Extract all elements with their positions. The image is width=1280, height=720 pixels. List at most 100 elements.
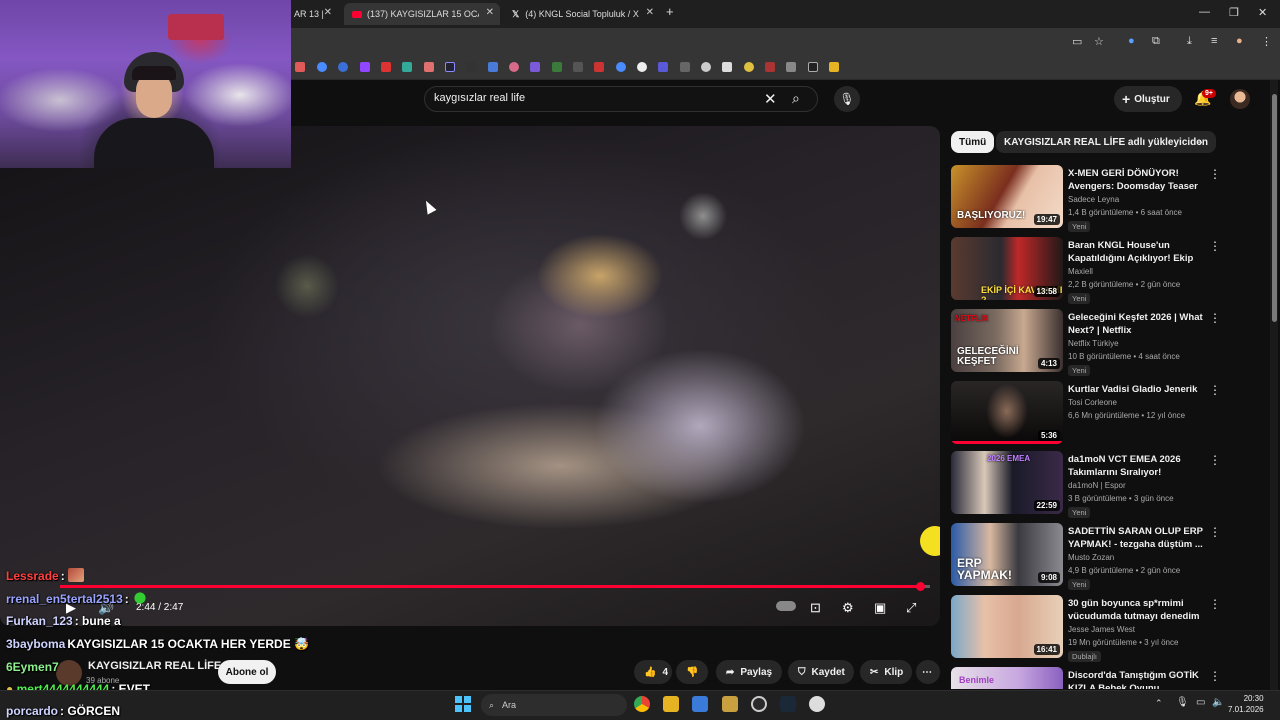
bookmark-icon[interactable] <box>594 62 604 72</box>
file-explorer-icon[interactable] <box>663 696 679 712</box>
bookmark-icon[interactable] <box>402 62 412 72</box>
extension-icon[interactable]: ● <box>1128 35 1135 47</box>
fullscreen-icon[interactable]: ⤢ <box>906 600 916 616</box>
video-title[interactable]: Discord'da Tanıştığım GOTİK KIZLA Bebek … <box>1068 669 1204 689</box>
video-title[interactable]: Kurtlar Vadisi Gladio Jenerik <box>1068 383 1204 396</box>
speaker-icon[interactable]: 🔈 <box>1212 697 1224 708</box>
bookmark-icon[interactable] <box>317 62 327 72</box>
video-thumbnail[interactable]: ERP YAPMAK! 9:08 <box>951 523 1063 586</box>
bookmark-icon[interactable] <box>488 62 498 72</box>
bookmark-icon[interactable] <box>573 62 583 72</box>
microphone-icon[interactable]: 🎙 <box>834 86 860 112</box>
more-options-icon[interactable]: ⋮ <box>1209 167 1221 181</box>
video-title[interactable]: SADETTİN SARAN OLUP ERP YAPMAK! - tezgah… <box>1068 525 1204 551</box>
bookmark-icon[interactable] <box>381 62 391 72</box>
bookmark-icon[interactable] <box>530 62 540 72</box>
bookmark-star-icon[interactable]: ☆ <box>1094 35 1104 48</box>
scrollbar-thumb[interactable] <box>1272 94 1277 322</box>
channel-name[interactable]: Maxiell <box>1068 267 1093 276</box>
more-options-icon[interactable]: ⋮ <box>1209 525 1221 539</box>
bookmark-icon[interactable] <box>765 62 775 72</box>
search-icon[interactable]: ⌕ <box>792 90 800 107</box>
video-thumbnail[interactable]: BAŞLIYORUZ! 19:47 <box>951 165 1063 228</box>
bookmark-icon[interactable] <box>701 62 711 72</box>
bookmark-icon[interactable] <box>658 62 668 72</box>
dislike-button[interactable]: 👎 <box>676 660 708 684</box>
search-input[interactable]: kaygısızlar real life <box>434 92 525 104</box>
more-options-icon[interactable]: ⋮ <box>1209 453 1221 467</box>
recommendation-item[interactable]: 16:41 30 gün boyunca sp*rmimi vücudumda … <box>951 595 1251 662</box>
restore-icon[interactable]: ❐ <box>1229 6 1239 19</box>
taskbar-search[interactable]: ⌕ Ara <box>481 694 627 716</box>
more-options-icon[interactable]: ⋮ <box>1209 669 1221 683</box>
bookmark-icon[interactable] <box>552 62 562 72</box>
chevron-up-icon[interactable]: ⌃ <box>1155 698 1163 709</box>
clip-button[interactable]: ✂ Klip <box>860 660 912 684</box>
more-options-icon[interactable]: ⋮ <box>1209 383 1221 397</box>
bookmark-icon[interactable] <box>338 62 348 72</box>
download-icon[interactable]: ⤓ <box>1187 35 1192 48</box>
chevron-right-icon[interactable]: › <box>1198 133 1203 149</box>
chip-from-uploader[interactable]: KAYGISIZLAR REAL LİFE adlı yükleyiciden <box>996 131 1216 153</box>
media-player-icon[interactable] <box>809 696 825 712</box>
puzzle-icon[interactable]: ⧉ <box>1152 35 1160 48</box>
network-icon[interactable]: ▭ <box>1196 697 1205 708</box>
avatar[interactable] <box>1230 89 1250 109</box>
clear-search-icon[interactable]: ✕ <box>764 90 777 108</box>
scrubber-handle[interactable] <box>915 582 925 591</box>
microphone-icon[interactable]: 🎙 <box>1176 697 1189 708</box>
bookmark-icon[interactable] <box>744 62 754 72</box>
bookmark-icon[interactable] <box>637 62 647 72</box>
menu-icon[interactable]: ⋮ <box>1261 35 1272 48</box>
video-thumbnail[interactable]: NETFLIX GELECEĞİNİ KEŞFET 4:13 <box>951 309 1063 372</box>
bookmark-icon[interactable] <box>722 62 732 72</box>
settings-gear-icon[interactable]: ⚙ <box>842 600 854 616</box>
create-button[interactable]: + Oluştur <box>1114 86 1182 112</box>
recommendation-item[interactable]: 2026 EMEA 22:59 da1moN VCT EMEA 2026 Tak… <box>951 451 1251 518</box>
system-clock[interactable]: 20:30 7.01.2026 <box>1228 693 1264 715</box>
subscribe-button[interactable]: Abone ol <box>218 660 276 684</box>
recommendation-item[interactable]: 5:36 Kurtlar Vadisi Gladio Jenerik Tosi … <box>951 381 1251 447</box>
more-options-icon[interactable]: ⋮ <box>1209 239 1221 253</box>
minimize-icon[interactable]: — <box>1199 6 1210 18</box>
video-player[interactable] <box>0 126 940 626</box>
bookmark-icon[interactable] <box>424 62 434 72</box>
more-options-icon[interactable]: ⋮ <box>1209 597 1221 611</box>
cast-icon[interactable]: ▭ <box>1072 35 1082 48</box>
bookmark-icon[interactable] <box>616 62 626 72</box>
bookmark-icon[interactable] <box>509 62 519 72</box>
close-icon[interactable]: ✕ <box>324 7 332 18</box>
recommendation-item[interactable]: EKİP İÇİ KAVGA MI ? 13:58 Baran KNGL Hou… <box>951 237 1251 304</box>
window-close-icon[interactable]: ✕ <box>1258 6 1267 19</box>
video-title[interactable]: Geleceğini Keşfet 2026 | What Next? | Ne… <box>1068 311 1204 337</box>
video-thumbnail[interactable]: 5:36 <box>951 381 1063 444</box>
video-thumbnail[interactable]: 16:41 <box>951 595 1063 658</box>
bookmark-icon[interactable] <box>295 62 305 72</box>
channel-name[interactable]: Tosi Corleone <box>1068 398 1117 407</box>
tab-youtube[interactable]: (137) KAYGISIZLAR 15 OCAKTA ✕ <box>344 3 500 25</box>
bookmark-icon[interactable] <box>680 62 690 72</box>
channel-name[interactable]: da1moN | Espor <box>1068 481 1126 490</box>
subtitles-icon[interactable]: ⊡ <box>810 600 821 616</box>
chip-all[interactable]: Tümü <box>951 131 995 153</box>
close-icon[interactable]: ✕ <box>646 7 654 18</box>
tab-1[interactable]: AR 13 | ✕ <box>286 3 338 25</box>
windows-start-icon[interactable] <box>455 696 471 712</box>
channel-name[interactable]: Sadece Leyna <box>1068 195 1119 204</box>
video-thumbnail[interactable]: Benimle <box>951 667 1063 689</box>
channel-name[interactable]: Netflix Türkiye <box>1068 339 1119 348</box>
new-tab-button[interactable]: + <box>666 4 674 19</box>
close-icon[interactable]: ✕ <box>486 7 494 18</box>
channel-name[interactable]: KAYGISIZLAR REAL LİFE <box>88 660 221 672</box>
tab-x[interactable]: 𝕏 (4) KNGL Social Topluluk / X ✕ <box>504 3 660 25</box>
bookmark-icon[interactable] <box>445 62 455 72</box>
share-button[interactable]: ➦ Paylaş <box>716 660 782 684</box>
video-title[interactable]: Baran KNGL House'un Kapatıldığını Açıklı… <box>1068 239 1204 265</box>
app-icon[interactable] <box>722 696 738 712</box>
video-thumbnail[interactable]: EKİP İÇİ KAVGA MI ? 13:58 <box>951 237 1063 300</box>
like-button[interactable]: 👍 4 <box>634 660 672 684</box>
chrome-icon[interactable] <box>634 696 650 712</box>
channel-name[interactable]: Musto Zozan <box>1068 553 1114 562</box>
bookmark-icon[interactable] <box>360 62 370 72</box>
recommendation-item[interactable]: NETFLIX GELECEĞİNİ KEŞFET 4:13 Geleceğin… <box>951 309 1251 376</box>
